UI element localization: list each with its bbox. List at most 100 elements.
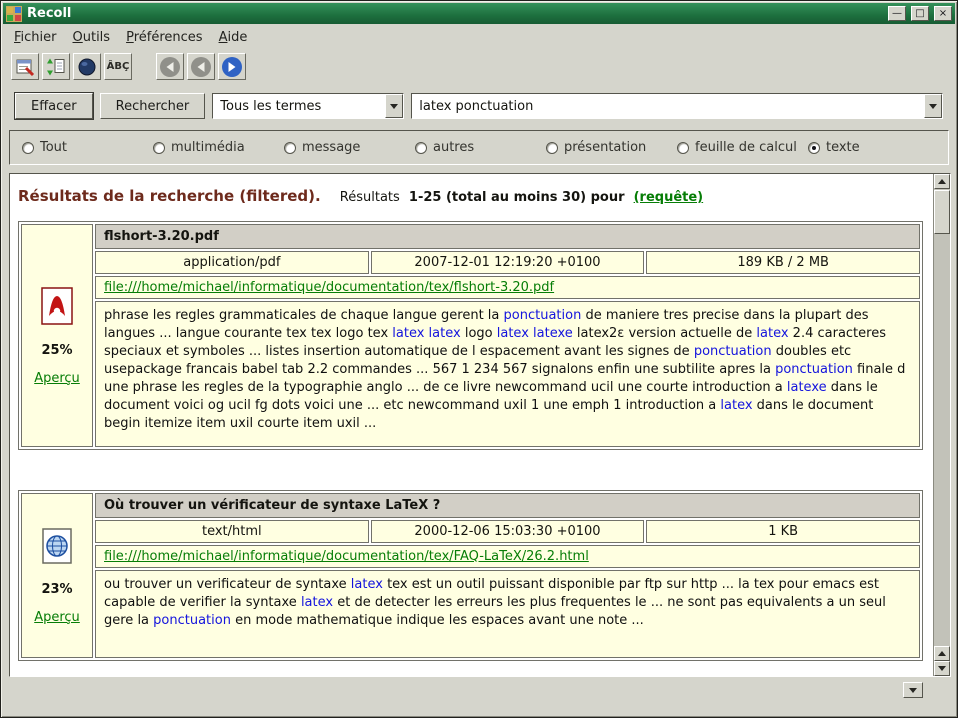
html-document-icon[interactable] [40,527,74,569]
arrow-up-icon [938,179,946,184]
next-page-button[interactable] [218,53,246,80]
search-input[interactable] [412,99,924,114]
window-title: Recoll [27,6,883,21]
results-count-prefix: Résultats [340,190,400,205]
highlighted-term: ponctuation [694,344,772,359]
preview-link[interactable]: Aperçu [34,371,80,386]
menu-item-outils[interactable]: Outils [65,27,119,48]
next-page-icon [221,56,243,78]
relevance-percent: 25% [41,343,72,358]
result-url-link[interactable]: file:///home/michael/informatique/docume… [95,276,920,299]
result-date: 2007-12-01 12:19:20 +0100 [371,251,645,274]
previous-page-button[interactable] [187,53,215,80]
toolbar: ÂBÇ [1,50,957,85]
result-mime-type: application/pdf [95,251,369,274]
term-explorer-icon: ÂBÇ [107,61,130,72]
radio-icon [415,142,427,154]
close-button[interactable]: × [934,6,952,21]
first-page-button[interactable] [156,53,184,80]
results-content: Résultats de la recherche (filtered). Ré… [10,174,933,676]
menu-item-fichier[interactable]: Fichier [6,27,65,48]
radio-icon [22,142,34,154]
radio-icon [546,142,558,154]
status-bar [1,677,957,717]
radio-label: multimédia [171,140,245,155]
query-link[interactable]: (requête) [634,190,704,205]
toolbar-group-main: ÂBÇ [11,53,132,80]
result-2-side: 23% Aperçu [21,493,93,658]
recoll-window: Recoll — □ × FichierOutilsPréférencesAid… [0,0,958,718]
result-date: 2000-12-06 15:03:30 +0100 [371,520,645,543]
highlighted-term: ponctuation [153,613,231,628]
radio-icon [677,142,689,154]
maximize-button[interactable]: □ [911,6,929,21]
result-2-body: Où trouver un vérificateur de syntaxe La… [95,493,920,658]
filter-radio-texte[interactable]: texte [808,140,860,155]
search-mode-dropdown-button[interactable] [385,94,403,118]
result-1-body: flshort-3.20.pdf application/pdf 2007-12… [95,224,920,447]
highlighted-term: latex latex [392,326,460,341]
filter-radio-feuille-de-calcul[interactable]: feuille de calcul [677,140,808,155]
query-details-icon [77,57,97,77]
results-panel: Résultats de la recherche (filtered). Ré… [9,173,951,677]
result-title[interactable]: Où trouver un vérificateur de syntaxe La… [95,493,920,518]
menu-item-aide[interactable]: Aide [211,27,256,48]
clear-button[interactable]: Effacer [15,93,93,119]
preview-link[interactable]: Aperçu [34,610,80,625]
highlighted-term: ponctuation [775,362,853,377]
relevance-percent: 23% [41,582,72,597]
term-explorer-button[interactable]: ÂBÇ [104,53,132,80]
result-meta-row: application/pdf 2007-12-01 12:19:20 +010… [95,251,920,274]
titlebar: Recoll — □ × [3,3,955,24]
detail-scroll-button[interactable] [903,682,923,698]
highlighted-term: ponctuation [504,308,582,323]
result-url-link[interactable]: file:///home/michael/informatique/docume… [95,545,920,568]
highlighted-term: latex [756,326,788,341]
chevron-down-icon [929,104,937,109]
clear-search-icon [15,57,35,77]
filter-radio-multimédia[interactable]: multimédia [153,140,284,155]
clear-search-button[interactable] [11,53,39,80]
highlighted-term: latex latexe [497,326,573,341]
search-button[interactable]: Rechercher [100,93,206,119]
result-size: 189 KB / 2 MB [646,251,920,274]
menu-item-préférences[interactable]: Préférences [118,27,210,48]
result-title[interactable]: flshort-3.20.pdf [95,224,920,249]
radio-label: autres [433,140,474,155]
radio-label: présentation [564,140,646,155]
sort-by-date-button[interactable] [42,53,70,80]
arrow-down-icon [909,688,917,693]
scroll-up-button-bottom[interactable] [934,646,950,661]
filter-radio-autres[interactable]: autres [415,140,546,155]
result-entry-2: 23% Aperçu Où trouver un vérificateur de… [18,490,923,661]
query-history-dropdown-button[interactable] [924,94,942,118]
results-scrollbar[interactable] [933,174,950,676]
search-mode-select[interactable]: Tous les termes [212,93,404,119]
radio-label: message [302,140,360,155]
arrow-up-icon [938,651,946,656]
results-count-range: 1-25 (total au moins 30) pour [409,190,625,205]
search-row: Effacer Rechercher Tous les termes [1,85,957,123]
filter-bar: Tout multimédia message autres présentation f… [9,130,949,165]
filter-radio-tout[interactable]: Tout [22,140,153,155]
filter-radio-message[interactable]: message [284,140,415,155]
result-entry-1: 25% Aperçu flshort-3.20.pdf application/… [18,221,923,450]
filter-radio-présentation[interactable]: présentation [546,140,677,155]
app-icon [6,6,22,22]
pdf-document-icon[interactable] [39,286,75,330]
minimize-button[interactable]: — [888,6,906,21]
radio-icon [153,142,165,154]
first-page-icon [159,56,181,78]
result-1-side: 25% Aperçu [21,224,93,447]
scrollbar-thumb[interactable] [934,190,950,234]
radio-label: feuille de calcul [695,140,797,155]
arrow-down-icon [938,666,946,671]
radio-selected-icon [808,142,820,154]
query-details-button[interactable] [73,53,101,80]
scrollbar-track[interactable] [934,189,950,646]
radio-label: texte [826,140,860,155]
scroll-up-button[interactable] [934,174,950,189]
results-title: Résultats de la recherche (filtered). [18,187,321,205]
scroll-down-button[interactable] [934,661,950,676]
search-mode-value: Tous les termes [213,99,385,114]
